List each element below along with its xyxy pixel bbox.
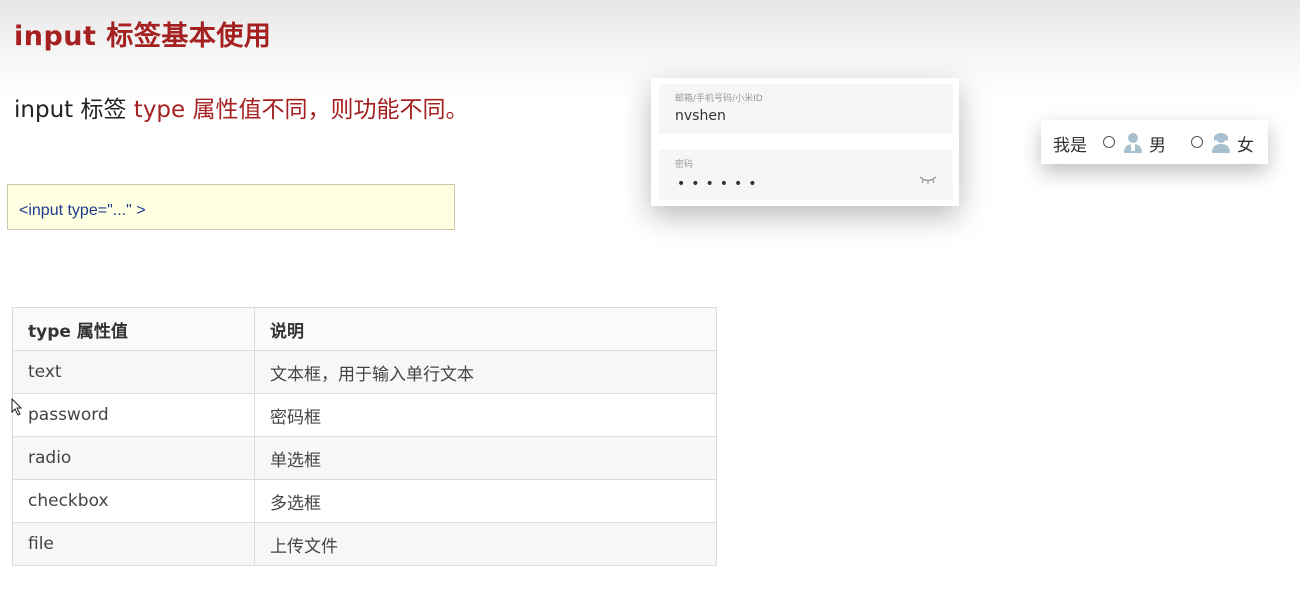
gender-label: 我是 bbox=[1053, 136, 1087, 156]
table-row: radio 单选框 bbox=[12, 436, 717, 480]
password-field-label: 密码 bbox=[675, 160, 694, 170]
table-row: file 上传文件 bbox=[12, 522, 717, 566]
table-header-desc: 说明 bbox=[254, 307, 717, 351]
table-row: text 文本框，用于输入单行文本 bbox=[12, 350, 717, 394]
table-header-type: type 属性值 bbox=[12, 307, 255, 351]
password-field[interactable]: 密码 •••••• bbox=[659, 150, 953, 200]
table-cell-desc: 多选框 bbox=[254, 479, 717, 523]
table-row: password 密码框 bbox=[12, 393, 717, 437]
table-row: checkbox 多选框 bbox=[12, 479, 717, 523]
table-cell-desc: 上传文件 bbox=[254, 522, 717, 566]
account-field-label: 邮箱/手机号码/小米ID bbox=[675, 94, 763, 104]
table-cell-desc: 单选框 bbox=[254, 436, 717, 480]
male-person-icon bbox=[1123, 132, 1143, 158]
table-cell-type: file bbox=[12, 522, 255, 566]
subtitle-keyword: type 属性值不同，则功能不同。 bbox=[133, 97, 469, 123]
code-example-text: <input type="..." > bbox=[19, 202, 146, 219]
account-field[interactable]: 邮箱/手机号码/小米ID nvshen bbox=[659, 84, 953, 134]
password-field-value: •••••• bbox=[677, 176, 763, 192]
eye-closed-icon[interactable] bbox=[919, 170, 937, 189]
table-cell-type: checkbox bbox=[12, 479, 255, 523]
table-cell-type: password bbox=[12, 393, 255, 437]
slide-title: input 标签基本使用 bbox=[14, 21, 272, 52]
option-male-label: 男 bbox=[1149, 136, 1166, 156]
slide-subtitle: input 标签 type 属性值不同，则功能不同。 bbox=[14, 90, 469, 124]
option-female-label: 女 bbox=[1237, 136, 1254, 156]
table-cell-type: radio bbox=[12, 436, 255, 480]
table-cell-type: text bbox=[12, 350, 255, 394]
table-cell-desc: 文本框，用于输入单行文本 bbox=[254, 350, 717, 394]
table-cell-desc: 密码框 bbox=[254, 393, 717, 437]
table-header-row: type 属性值 说明 bbox=[12, 307, 717, 351]
gender-radio-example: 我是 男 女 bbox=[1041, 120, 1268, 164]
mouse-pointer-icon bbox=[11, 397, 23, 420]
subtitle-text: input 标签 bbox=[14, 97, 134, 123]
code-example-box: <input type="..." > bbox=[7, 184, 455, 230]
female-person-icon bbox=[1211, 132, 1231, 158]
radio-male[interactable] bbox=[1103, 136, 1115, 148]
account-field-value: nvshen bbox=[675, 108, 726, 124]
type-attribute-table: type 属性值 说明 text 文本框，用于输入单行文本 password 密… bbox=[12, 307, 717, 566]
login-form-example: 邮箱/手机号码/小米ID nvshen 密码 •••••• bbox=[651, 78, 959, 206]
radio-female[interactable] bbox=[1191, 136, 1203, 148]
